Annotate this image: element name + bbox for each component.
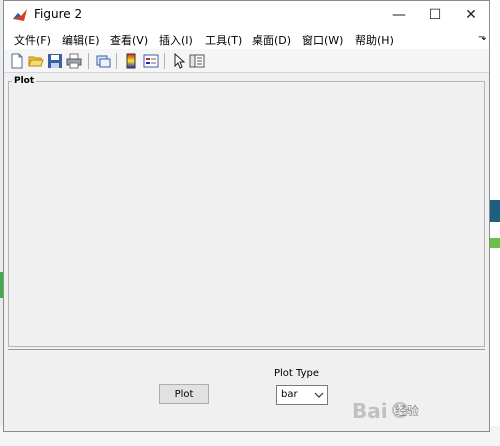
close-icon: ✕ (465, 7, 477, 23)
background-desktop-right (490, 0, 500, 446)
plot-type-dropdown[interactable]: bar (276, 385, 328, 405)
menu-window[interactable]: 窗口(W) (302, 32, 343, 48)
close-button[interactable]: ✕ (453, 1, 489, 29)
new-figure-icon (11, 53, 23, 69)
window-title: Figure 2 (34, 7, 83, 21)
minimize-icon: — (392, 7, 406, 23)
menu-insert[interactable]: 插入(I) (159, 32, 193, 48)
open-file-icon (28, 56, 44, 67)
matlab-icon (12, 7, 28, 23)
figure-window: Figure 2 — ☐ ✕ 文件(F) 编辑(E) 查看(V) 插入(I) 工… (3, 0, 490, 432)
menu-help[interactable]: 帮助(H) (355, 32, 394, 48)
property-inspector-button[interactable] (188, 52, 206, 70)
pointer-icon (174, 53, 186, 69)
menu-overflow-icon[interactable]: ⬎ (478, 32, 486, 43)
property-inspector-icon (189, 54, 205, 68)
background-window-fragment (490, 200, 500, 222)
plot-type-label: Plot Type (274, 368, 319, 379)
plot-button[interactable]: Plot (159, 384, 209, 404)
watermark-text: 经验 (395, 404, 420, 418)
plot-type-value: bar (281, 389, 298, 400)
menu-file[interactable]: 文件(F) (14, 32, 51, 48)
maximize-button[interactable]: ☐ (417, 1, 453, 29)
open-file-button[interactable] (27, 52, 45, 70)
menu-view[interactable]: 查看(V) (110, 32, 148, 48)
save-button[interactable] (46, 52, 64, 70)
colorbar-button[interactable] (122, 52, 140, 70)
menu-tools[interactable]: 工具(T) (205, 32, 242, 48)
title-bar: Figure 2 — ☐ ✕ (4, 1, 489, 29)
link-plot-button[interactable] (94, 52, 112, 70)
minimize-button[interactable]: — (381, 1, 417, 29)
menu-desktop[interactable]: 桌面(D) (252, 32, 291, 48)
toolbar-separator (88, 53, 89, 69)
new-figure-button[interactable] (8, 52, 26, 70)
legend-icon (143, 54, 159, 68)
colorbar-icon (126, 53, 136, 69)
menu-edit[interactable]: 编辑(E) (62, 32, 100, 48)
chevron-down-icon (314, 392, 324, 398)
link-plot-icon (96, 55, 111, 68)
toolbar-separator (116, 53, 117, 69)
plot-panel (8, 81, 485, 347)
plot-panel-title: Plot (12, 76, 37, 86)
maximize-icon: ☐ (428, 7, 442, 23)
print-button[interactable] (65, 52, 83, 70)
pointer-button[interactable] (170, 52, 188, 70)
toolbar (4, 49, 489, 73)
background-badge (490, 238, 500, 248)
legend-button[interactable] (142, 52, 160, 70)
svg-text:Bai: Bai (352, 399, 388, 423)
print-icon (66, 53, 82, 69)
save-icon (48, 54, 62, 68)
menu-bar: 文件(F) 编辑(E) 查看(V) 插入(I) 工具(T) 桌面(D) 窗口(W… (4, 29, 489, 49)
toolbar-separator (164, 53, 165, 69)
